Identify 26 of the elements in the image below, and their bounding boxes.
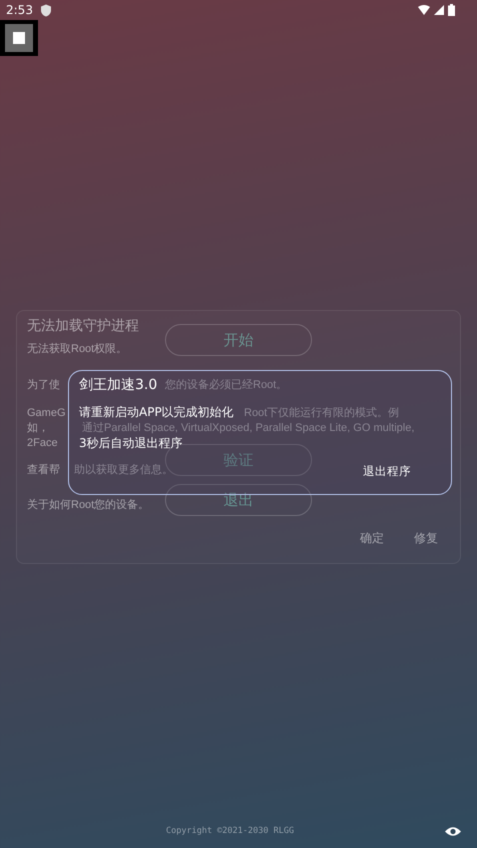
wifi-icon xyxy=(418,5,430,15)
card-text: 查看帮 xyxy=(27,463,61,478)
dialog-message: 请重新启动APP以完成初始化 xyxy=(79,404,234,421)
card-text: 通过Parallel Space, VirtualXposed, Parallel Space Lite, GO multiple, xyxy=(82,421,414,436)
exit-button[interactable]: 退出程序 xyxy=(363,460,411,483)
eye-icon[interactable] xyxy=(445,826,461,836)
card-title: 无法加载守护进程 xyxy=(27,317,140,334)
card-text: 2Face xyxy=(27,436,59,451)
dialog-title: 剑王加速3.0 xyxy=(79,377,158,394)
card-text: 为了使 xyxy=(27,378,61,393)
status-time: 2:53 xyxy=(6,3,33,17)
card-text: 关于如何Root您的设备。 xyxy=(27,498,150,513)
action-link[interactable]: 修复 xyxy=(414,530,438,547)
outline-button[interactable]: 退出 xyxy=(165,484,312,516)
card-text: GameG xyxy=(27,406,67,421)
signal-icon xyxy=(434,5,444,15)
shield-icon xyxy=(40,4,52,16)
floating-stop-button[interactable] xyxy=(0,20,38,56)
battery-icon xyxy=(448,4,455,16)
card-text: 如， xyxy=(27,421,50,436)
action-link[interactable]: 确定 xyxy=(360,530,384,547)
card-text: 您的设备必须已经Root。 xyxy=(165,378,288,393)
card-text: 无法获取Root权限。 xyxy=(27,342,128,357)
card-text: Root下仅能运行有限的模式。例 xyxy=(244,406,400,421)
outline-button[interactable]: 开始 xyxy=(165,324,312,356)
copyright-text: Copyright ©2021-2030 RLGG xyxy=(166,826,295,836)
